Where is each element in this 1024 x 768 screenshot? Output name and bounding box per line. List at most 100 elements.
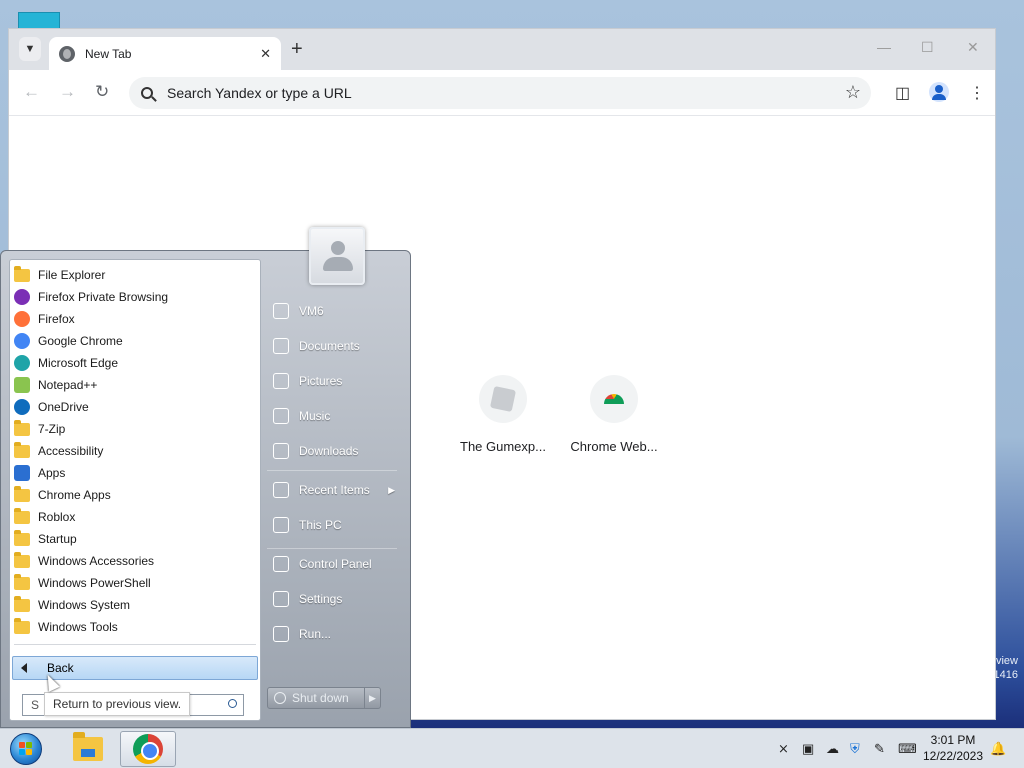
tab-close-icon[interactable]: ✕ [260,46,271,62]
program-item[interactable]: Apps [10,462,260,484]
profile-avatar-icon[interactable] [929,82,949,102]
new-tab-button[interactable]: + [291,38,303,61]
clock-date: 12/22/2023 [922,749,984,763]
tooltip: Return to previous view. [44,692,191,716]
program-item[interactable]: OneDrive [10,396,260,418]
program-label: OneDrive [38,400,89,414]
program-label: Windows System [38,598,131,612]
program-item[interactable]: Firefox Private Browsing [10,286,260,308]
program-item[interactable]: File Explorer [10,264,260,286]
onedrive-offline-icon[interactable]: ☁ [826,741,839,757]
folder-icon [14,485,30,502]
folder-icon [14,441,30,458]
shutdown-button[interactable]: Shut down [267,687,365,709]
back-arrow-icon[interactable]: ← [23,82,40,102]
shutdown-options-button[interactable]: ▶ [365,687,381,709]
control-panel-icon [273,556,289,572]
side-panel-icon[interactable]: ◫ [895,83,910,103]
submenu-arrow-icon: ▶ [388,484,395,495]
omnibox[interactable]: ☆ [129,77,871,109]
run-icon [273,626,289,642]
taskbar-chrome[interactable] [120,731,176,767]
start-item-settings[interactable]: Settings [269,586,401,612]
separator [267,470,397,471]
start-item-run[interactable]: Run... [269,621,401,647]
program-item[interactable]: Roblox [10,506,260,528]
network-disconnected-icon[interactable]: ⨯ [778,741,789,757]
program-item[interactable]: Notepad++ [10,374,260,396]
recent-items-icon [273,482,289,498]
start-item-downloads[interactable]: Downloads [269,438,401,464]
keyboard-icon[interactable]: ⌨ [898,741,917,757]
desktop-watermark: view 1416 [994,654,1018,682]
menu-kebab-icon[interactable]: ⋮ [969,83,985,103]
program-label: Firefox Private Browsing [38,290,169,304]
program-item[interactable]: Windows Accessories [10,550,260,572]
program-label: Google Chrome [38,334,123,348]
start-item-computer[interactable]: This PC [269,512,401,538]
start-item-user-folder[interactable]: VM6 [269,298,401,324]
notification-bell-icon[interactable]: 🔔 [990,741,1006,757]
clock[interactable]: 3:01 PM 12/22/2023 [922,732,984,764]
program-item[interactable]: Accessibility [10,440,260,462]
start-item-music[interactable]: Music [269,403,401,429]
folder-icon [14,551,30,568]
address-input[interactable] [167,85,817,101]
tab-search-button[interactable]: ▼ [19,37,41,61]
shortcut-label: The Gumexp... [460,439,546,454]
start-button[interactable] [6,732,46,766]
documents-icon [273,338,289,354]
search-icon[interactable] [228,699,237,708]
program-item[interactable]: Windows Tools [10,616,260,638]
start-item-control-panel[interactable]: Control Panel [269,551,401,577]
apps-icon [14,465,30,481]
program-item[interactable]: Windows PowerShell [10,572,260,594]
defender-icon[interactable]: ⛨ [850,741,860,757]
close-window-button[interactable]: ✕ [967,39,979,56]
pen-icon[interactable]: ✎ [874,741,885,757]
computer-icon [273,517,289,533]
folder-icon [14,617,30,634]
bookmark-star-icon[interactable]: ☆ [845,82,861,103]
user-picture-icon[interactable] [309,227,365,285]
taskbar: ⨯ ▣ ☁ ⛨ ✎ ⌨ 3:01 PM 12/22/2023 🔔 [0,728,1024,768]
program-label: Apps [38,466,66,480]
program-item[interactable]: 7-Zip [10,418,260,440]
onedrive-icon [14,399,30,415]
power-icon [274,692,286,704]
start-item-recent-items[interactable]: Recent Items ▶ [269,477,401,503]
folder-icon [14,507,30,524]
program-label: Firefox [38,312,75,326]
program-label: Startup [38,532,77,546]
minimize-button[interactable]: — [877,39,891,55]
reload-icon[interactable]: ↻ [95,82,109,102]
program-label: Windows Tools [38,620,118,634]
start-item-label: Recent Items [299,483,370,497]
globe-icon [59,45,75,62]
edge-icon [14,355,30,371]
shortcut-gumexp[interactable]: The Gumexp... [453,375,553,454]
program-item[interactable]: Windows System [10,594,260,616]
program-item[interactable]: Microsoft Edge [10,352,260,374]
display-icon[interactable]: ▣ [802,741,814,757]
tab-new-tab[interactable]: New Tab ✕ [49,37,281,70]
start-item-label: Run... [299,627,332,641]
separator [14,644,256,645]
start-item-label: Control Panel [299,557,372,571]
shortcut-chrome-web-store[interactable]: Chrome Web... [564,375,664,454]
firefox-icon [14,311,30,327]
start-menu: File Explorer Firefox Private Browsing Fir… [0,227,411,728]
maximize-button[interactable]: ☐ [921,39,934,56]
start-item-documents[interactable]: Documents [269,333,401,359]
start-item-label: Music [299,409,331,423]
chrome-icon [14,333,30,349]
program-item[interactable]: Google Chrome [10,330,260,352]
start-item-pictures[interactable]: Pictures [269,368,401,394]
watermark-line-2: 1416 [993,669,1018,681]
program-item[interactable]: Startup [10,528,260,550]
program-item[interactable]: Firefox [10,308,260,330]
taskbar-file-explorer[interactable] [60,731,116,767]
forward-arrow-icon[interactable]: → [59,82,76,102]
program-item[interactable]: Chrome Apps [10,484,260,506]
program-label: Chrome Apps [38,488,111,502]
